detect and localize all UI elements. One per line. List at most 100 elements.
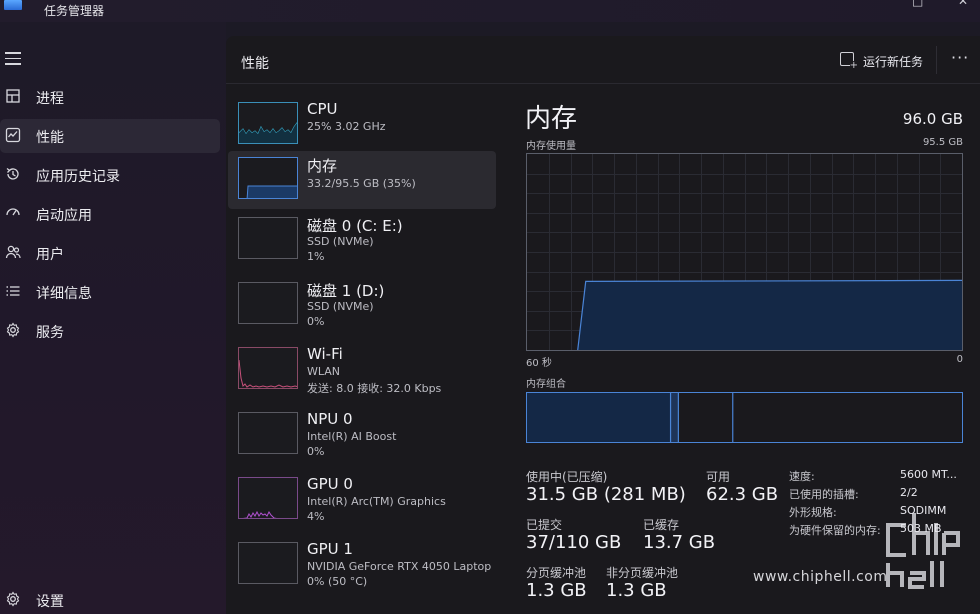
device-detail: 发送: 8.0 接收: 32.0 Kbps xyxy=(307,382,442,395)
device-detail: NVIDIA GeForce RTX 4050 Laptop xyxy=(307,560,492,573)
menu-icon[interactable] xyxy=(5,52,21,65)
device-detail: 33.2/95.5 GB (35%) xyxy=(307,177,416,190)
hardware-reserved-label: 为硬件保留的内存: xyxy=(789,524,881,537)
device-detail: 1% xyxy=(307,250,325,263)
left-navigation: 进程 性能 应用历史记录 启动应用 用户 详细信息 服务 设置 xyxy=(0,22,226,614)
nav-item-app-history[interactable]: 应用历史记录 xyxy=(0,158,220,192)
nav-item-startup[interactable]: 启动应用 xyxy=(0,197,220,231)
nav-label: 详细信息 xyxy=(36,286,92,302)
slots-value: 2/2 xyxy=(900,486,918,499)
device-item-disk-1[interactable]: 磁盘 1 (D:) SSD (NVMe) 0% xyxy=(228,276,496,334)
nav-label: 应用历史记录 xyxy=(36,169,120,185)
graph-time-right: 0 xyxy=(956,354,963,365)
paged-pool-value: 1.3 GB xyxy=(526,580,587,601)
services-icon xyxy=(5,322,21,338)
memory-usage-graph xyxy=(526,153,963,351)
memory-composition-label: 内存组合 xyxy=(526,379,566,390)
nonpaged-pool-value: 1.3 GB xyxy=(606,580,667,601)
device-name: GPU 0 xyxy=(307,475,353,493)
page-title: 性能 xyxy=(241,56,269,72)
nav-item-settings[interactable]: 设置 xyxy=(0,583,220,614)
chiphell-watermark-text: www.chiphell.com xyxy=(753,569,888,585)
device-name: CPU xyxy=(307,100,338,118)
device-detail: 0% xyxy=(307,445,325,458)
users-icon xyxy=(5,244,21,260)
nav-item-users[interactable]: 用户 xyxy=(0,236,220,270)
device-item-npu-0[interactable]: NPU 0 Intel(R) AI Boost 0% xyxy=(228,406,496,464)
nonpaged-pool-label: 非分页缓冲池 xyxy=(606,566,679,580)
device-item-gpu-1[interactable]: GPU 1 NVIDIA GeForce RTX 4050 Laptop 0% … xyxy=(228,536,496,594)
device-item-disk-0[interactable]: 磁盘 0 (C: E:) SSD (NVMe) 1% xyxy=(228,211,496,269)
device-name: 磁盘 0 (C: E:) xyxy=(307,217,403,235)
chiphell-watermark-logo xyxy=(880,505,970,590)
device-detail: 0% xyxy=(307,315,325,328)
task-manager-logo-icon xyxy=(4,0,22,10)
memory-title: 内存 xyxy=(525,104,578,134)
nav-label: 用户 xyxy=(36,247,64,263)
memory-composition-bar xyxy=(526,392,963,443)
device-detail: 0% (50 °C) xyxy=(307,575,368,588)
memory-usage-max: 95.5 GB xyxy=(922,137,963,148)
run-new-task-label: 运行新任务 xyxy=(863,55,924,69)
graph-time-left: 60 秒 xyxy=(526,358,552,369)
speed-value: 5600 MT... xyxy=(900,468,957,481)
more-options-button[interactable]: ··· xyxy=(951,48,969,67)
slots-label: 已使用的插槽: xyxy=(789,488,859,501)
npu-thumbnail-graph xyxy=(238,412,298,454)
memory-total: 96.0 GB xyxy=(902,110,963,128)
nav-item-processes[interactable]: 进程 xyxy=(0,80,220,114)
maximize-button[interactable]: □ xyxy=(912,0,923,8)
title-bar: 任务管理器 □ ✕ xyxy=(0,0,980,22)
close-button[interactable]: ✕ xyxy=(958,0,968,8)
device-detail: SSD (NVMe) xyxy=(307,300,374,313)
device-item-gpu-0[interactable]: GPU 0 Intel(R) Arc(TM) Graphics 4% xyxy=(228,471,496,529)
disk-1-thumbnail-graph xyxy=(238,282,298,324)
device-name: Wi-Fi xyxy=(307,345,343,363)
gpu-1-thumbnail-graph xyxy=(238,542,298,584)
performance-icon xyxy=(5,127,21,143)
nav-label: 服务 xyxy=(36,325,64,341)
device-name: 磁盘 1 (D:) xyxy=(307,282,385,300)
memory-usage-label: 内存使用量 xyxy=(526,141,576,152)
main-header: 性能 运行新任务 ··· xyxy=(226,36,980,84)
nav-label: 进程 xyxy=(36,91,64,107)
nav-item-performance[interactable]: 性能 xyxy=(0,119,220,153)
composition-in-use xyxy=(527,393,671,442)
memory-usage-area xyxy=(577,280,962,350)
memory-composition-svg xyxy=(527,393,734,442)
device-detail: WLAN xyxy=(307,365,341,378)
in-use-label: 使用中(已压缩) xyxy=(526,470,608,484)
device-name: GPU 1 xyxy=(307,540,353,558)
nav-item-services[interactable]: 服务 xyxy=(0,314,220,348)
history-icon xyxy=(5,166,21,182)
app-title: 任务管理器 xyxy=(44,4,105,18)
device-detail: Intel(R) Arc(TM) Graphics xyxy=(307,495,446,508)
available-label: 可用 xyxy=(706,470,731,484)
device-item-cpu[interactable]: CPU 25% 3.02 GHz xyxy=(228,96,496,154)
committed-label: 已提交 xyxy=(526,518,563,532)
device-name: NPU 0 xyxy=(307,410,353,428)
cpu-thumbnail-graph xyxy=(238,102,298,144)
form-factor-label: 外形规格: xyxy=(789,506,837,519)
device-name: 内存 xyxy=(307,157,338,175)
committed-value: 37/110 GB xyxy=(526,532,622,553)
processes-icon xyxy=(5,88,21,104)
cached-label: 已缓存 xyxy=(643,518,680,532)
in-use-value: 31.5 GB (281 MB) xyxy=(526,484,686,505)
device-item-memory[interactable]: 内存 33.2/95.5 GB (35%) xyxy=(228,151,496,209)
main-panel: 性能 运行新任务 ··· CPU 25% 3.02 GHz 内存 33.2/95… xyxy=(226,36,980,614)
paged-pool-label: 分页缓冲池 xyxy=(526,566,587,580)
settings-gear-icon xyxy=(5,591,21,607)
nav-label: 设置 xyxy=(36,594,64,610)
device-item-wifi[interactable]: Wi-Fi WLAN 发送: 8.0 接收: 32.0 Kbps xyxy=(228,341,496,399)
cached-value: 13.7 GB xyxy=(643,532,716,553)
startup-icon xyxy=(5,205,21,221)
header-divider xyxy=(936,46,937,74)
wifi-thumbnail-graph xyxy=(238,347,298,389)
nav-item-details[interactable]: 详细信息 xyxy=(0,275,220,309)
device-detail: 4% xyxy=(307,510,325,523)
new-task-icon xyxy=(840,52,858,71)
device-detail: Intel(R) AI Boost xyxy=(307,430,397,443)
nav-label: 性能 xyxy=(36,130,64,146)
memory-thumbnail-graph xyxy=(238,157,298,199)
